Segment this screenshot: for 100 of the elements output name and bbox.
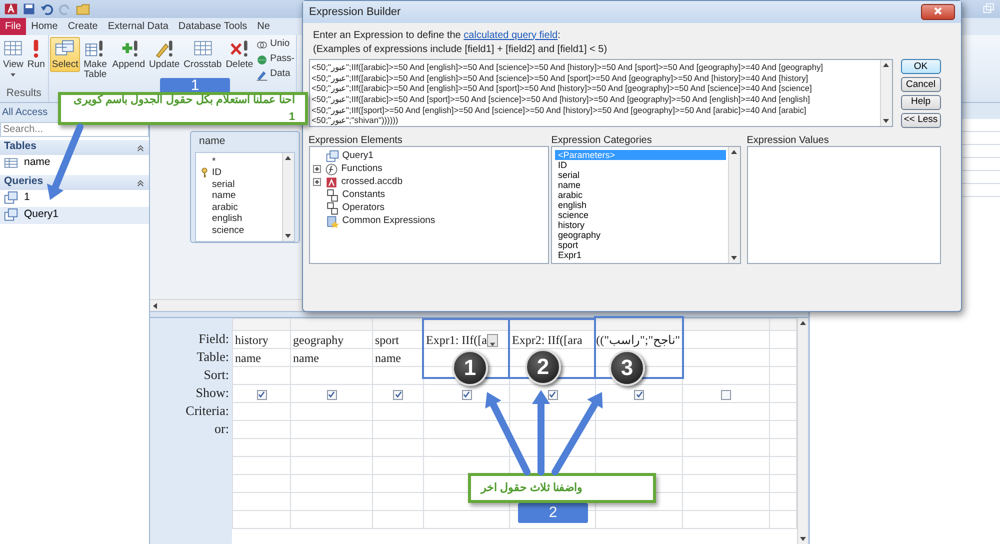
- callout-note: واضفنا ثلاث حقول اخر: [468, 473, 656, 503]
- dropdown-button[interactable]: [486, 334, 498, 348]
- query-icon: [326, 150, 340, 163]
- access-icon: [4, 2, 18, 16]
- dialog-title: Expression Builder: [309, 4, 401, 20]
- checkbox[interactable]: [634, 390, 644, 400]
- list-item[interactable]: science: [555, 210, 726, 220]
- row-label: Sort:: [202, 366, 230, 384]
- fx-icon: [325, 162, 338, 176]
- tree-item[interactable]: crossed.accdb: [341, 176, 403, 188]
- group-label: Results: [5, 86, 42, 102]
- close-icon: [933, 6, 943, 16]
- row-label: Table:: [196, 348, 230, 366]
- tree-item[interactable]: Constants: [342, 189, 386, 202]
- ribbon-button[interactable]: Select: [50, 37, 80, 72]
- panel-label: Expression Values: [746, 134, 830, 146]
- close-button[interactable]: [921, 4, 955, 20]
- grid-cell[interactable]: geography: [290, 330, 372, 348]
- list-item[interactable]: english: [555, 200, 726, 210]
- expand-icon[interactable]: [312, 164, 322, 174]
- delete-icon: [229, 39, 250, 59]
- expression-field[interactable]: <50;"عبور";IIf([arabic]>=50 And [english]>=50 And [science]>=50 And [history]>=50 And [sport]>=50 And [geography]>=40 And [geography] <50;"عبور";IIf([arabic]>=50 And [english]>=50 And [science]>=50 And [sport]>=50 And [geography]>=50 And [history]>=40 And [history] <50;"عبور";IIf([arabic]>=50 And [english]>=50 And [sport]>=50 And [history]>=50 And [geography]>=50 And [science]>=40 And [science] <50;"عبور";IIf([arabic]>=50 And [sport]>=50 And [science]>=50 And [history]>=50 And [geography]>=50 And [english]>=40 And [english] <50;"عبور";IIf([sport]>=50 And [english]>=50 And [science]>=50 And [history]>=50 And [geography]>=50 And [arabic]>=40 And [arabic] <50;"عبور";"shivan")))))): [308, 59, 892, 128]
- list-item[interactable]: sport: [555, 240, 726, 250]
- query-icon: [4, 208, 18, 222]
- ribbon-button[interactable]: View: [1, 37, 26, 81]
- caret-icon: [9, 71, 18, 79]
- field-item[interactable]: arabic: [212, 202, 238, 213]
- grid-cell[interactable]: name: [232, 348, 290, 366]
- ribbon-button[interactable]: Data: [255, 67, 296, 82]
- number-label: 1: [160, 78, 230, 93]
- update-icon: [154, 39, 174, 59]
- nav-pane-header[interactable]: All Access: [2, 107, 48, 118]
- checkbox[interactable]: [256, 390, 266, 400]
- field-list-window[interactable]: name * ID serial name arabic english science: [190, 131, 300, 243]
- ribbon-tab[interactable]: File: [0, 18, 26, 35]
- dialog-button[interactable]: Help: [900, 94, 941, 110]
- checkbox[interactable]: [462, 390, 472, 400]
- undo-icon[interactable]: [40, 2, 54, 16]
- tree-item[interactable]: Query1: [342, 150, 374, 162]
- ribbon-button[interactable]: Update: [147, 37, 182, 72]
- tree-item[interactable]: Common Expressions: [342, 215, 436, 228]
- field-item[interactable]: name: [212, 190, 236, 202]
- scrollbar[interactable]: [797, 318, 808, 544]
- collapse-icon[interactable]: [136, 142, 145, 152]
- table-title: name: [198, 134, 226, 149]
- list-item[interactable]: ID: [555, 160, 726, 170]
- db-icon: [325, 176, 338, 189]
- list-item[interactable]: history: [555, 220, 726, 230]
- save-icon[interactable]: [22, 2, 36, 16]
- run-icon: [32, 39, 40, 59]
- nav-item[interactable]: Query1: [0, 206, 149, 224]
- callout-note: احنا عملنا استعلام بكل حقول الجدول باسم كويرى 1: [58, 92, 308, 125]
- list-item[interactable]: arabic: [555, 190, 726, 200]
- dialog-button[interactable]: << Less: [900, 112, 941, 128]
- field-item[interactable]: english: [212, 213, 242, 224]
- list-item[interactable]: serial: [555, 170, 726, 180]
- ribbon-tab[interactable]: Database Tools: [173, 18, 252, 35]
- field-item[interactable]: science: [212, 224, 244, 236]
- row-label: Field:: [198, 330, 230, 348]
- link[interactable]: calculated query field: [464, 30, 558, 40]
- grid-cell[interactable]: history: [232, 330, 290, 348]
- checkbox[interactable]: [721, 390, 731, 400]
- ribbon-button[interactable]: Unio: [255, 37, 296, 52]
- dialog-button[interactable]: OK: [900, 59, 941, 74]
- ribbon-button[interactable]: Run: [25, 37, 47, 72]
- ribbon-tab[interactable]: Home: [26, 18, 63, 35]
- scrollbar[interactable]: [728, 147, 740, 263]
- table-icon: [4, 156, 18, 170]
- list-item[interactable]: name: [555, 180, 726, 190]
- examples-text: (Examples of expressions include [field1] + [field2] and [field1] < 5): [312, 42, 608, 56]
- dialog-button[interactable]: Cancel: [900, 77, 941, 92]
- expand-icon[interactable]: [312, 177, 322, 188]
- checkbox[interactable]: [326, 390, 336, 400]
- list-item[interactable]: Expr1: [555, 250, 726, 260]
- list-item[interactable]: geography: [555, 230, 726, 240]
- scrollbar[interactable]: [880, 60, 892, 126]
- ribbon-tab[interactable]: Create: [62, 18, 103, 35]
- field-item[interactable]: serial: [212, 178, 235, 190]
- grid-cell[interactable]: name: [290, 348, 372, 366]
- ribbon-tab[interactable]: External Data: [102, 18, 174, 35]
- row-label: or:: [214, 420, 230, 438]
- tree-item[interactable]: Operators: [342, 202, 384, 214]
- pass-icon: [256, 54, 268, 66]
- ribbon-button[interactable]: Append: [110, 37, 148, 72]
- checkbox[interactable]: [548, 390, 558, 400]
- ribbon-button[interactable]: Crosstab: [182, 37, 224, 72]
- query-icon: [4, 191, 18, 205]
- field-item[interactable]: ID: [212, 167, 222, 178]
- ribbon-button[interactable]: Pass-: [255, 52, 296, 67]
- checkbox[interactable]: [393, 390, 403, 400]
- ribbon-button[interactable]: Make Table: [80, 37, 110, 82]
- panel-label: Expression Categories: [551, 134, 653, 146]
- field-item[interactable]: *: [212, 156, 216, 167]
- ribbon-tab[interactable]: Ne: [252, 18, 275, 35]
- union-icon: [256, 38, 268, 50]
- scrollbar[interactable]: [282, 152, 294, 241]
- caret-icon: [488, 340, 497, 348]
- collapse-icon[interactable]: [136, 178, 145, 186]
- tree-item[interactable]: Functions: [341, 163, 382, 176]
- ribbon-button[interactable]: Delete: [224, 37, 256, 72]
